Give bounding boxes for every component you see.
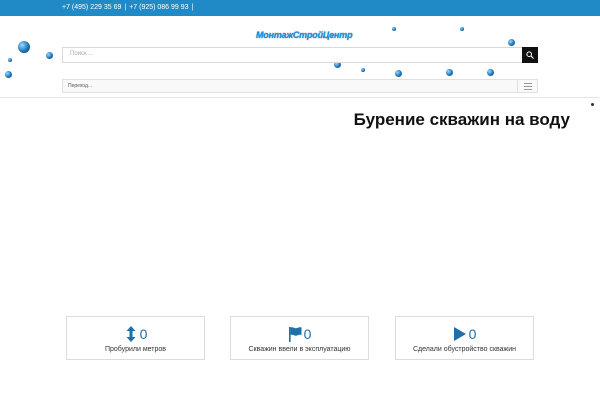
stat-value: 0: [468, 325, 477, 342]
water-drop-decoration: [8, 58, 12, 62]
top-bar: +7 (495) 229 35 69 | +7 (925) 086 99 93 |: [0, 0, 600, 16]
stat-card-wells: 0 Скважин ввели в эксплуатацию: [230, 316, 369, 360]
site-logo[interactable]: МонтажСтройЦентр: [256, 30, 353, 40]
water-drop-decoration: [395, 70, 402, 77]
stat-value: 0: [139, 325, 148, 342]
water-drop-decoration: [487, 69, 494, 76]
water-drop-decoration: [508, 39, 515, 46]
water-drop-decoration: [392, 27, 396, 31]
stat-card-meters: 0 Пробурили метров: [66, 316, 205, 360]
water-drop-decoration: [5, 71, 12, 78]
water-drop-decoration: [46, 52, 53, 59]
hamburger-menu-icon[interactable]: [517, 80, 537, 92]
bullet-dot: [591, 103, 594, 106]
search-icon: [526, 51, 534, 59]
contact-phones: +7 (495) 229 35 69 | +7 (925) 086 99 93 |: [62, 3, 196, 13]
water-drop-decoration: [18, 41, 30, 53]
flag-icon: [288, 326, 302, 342]
search-form: Поиск ...: [62, 47, 538, 63]
search-input[interactable]: Поиск ...: [70, 51, 93, 57]
phone-link-1[interactable]: +7 (495) 229 35 69: [62, 4, 121, 11]
phone-link-2[interactable]: +7 (925) 086 99 93: [129, 4, 188, 11]
phone-separator-end: |: [191, 4, 194, 11]
stat-caption: Сделали обустройство скважин: [412, 346, 517, 353]
water-drop-decoration: [446, 69, 453, 76]
phone-separator: |: [124, 4, 127, 11]
water-drop-decoration: [361, 68, 365, 72]
play-icon: [453, 326, 466, 341]
page-title: Бурение скважин на воду: [353, 110, 570, 129]
nav-select-label: Переход...: [68, 83, 93, 89]
stat-caption: Пробурили метров: [104, 346, 167, 353]
mobile-nav-select[interactable]: Переход...: [62, 79, 538, 93]
stat-value: 0: [303, 325, 312, 342]
search-button[interactable]: [522, 47, 538, 63]
water-drop-decoration: [460, 27, 464, 31]
stat-card-arrangement: 0 Сделали обустройство скважин: [395, 316, 534, 360]
site-header: МонтажСтройЦентр Поиск ... Переход...: [0, 16, 600, 98]
vertical-arrows-icon: [126, 325, 136, 342]
stat-caption: Скважин ввели в эксплуатацию: [248, 346, 351, 353]
